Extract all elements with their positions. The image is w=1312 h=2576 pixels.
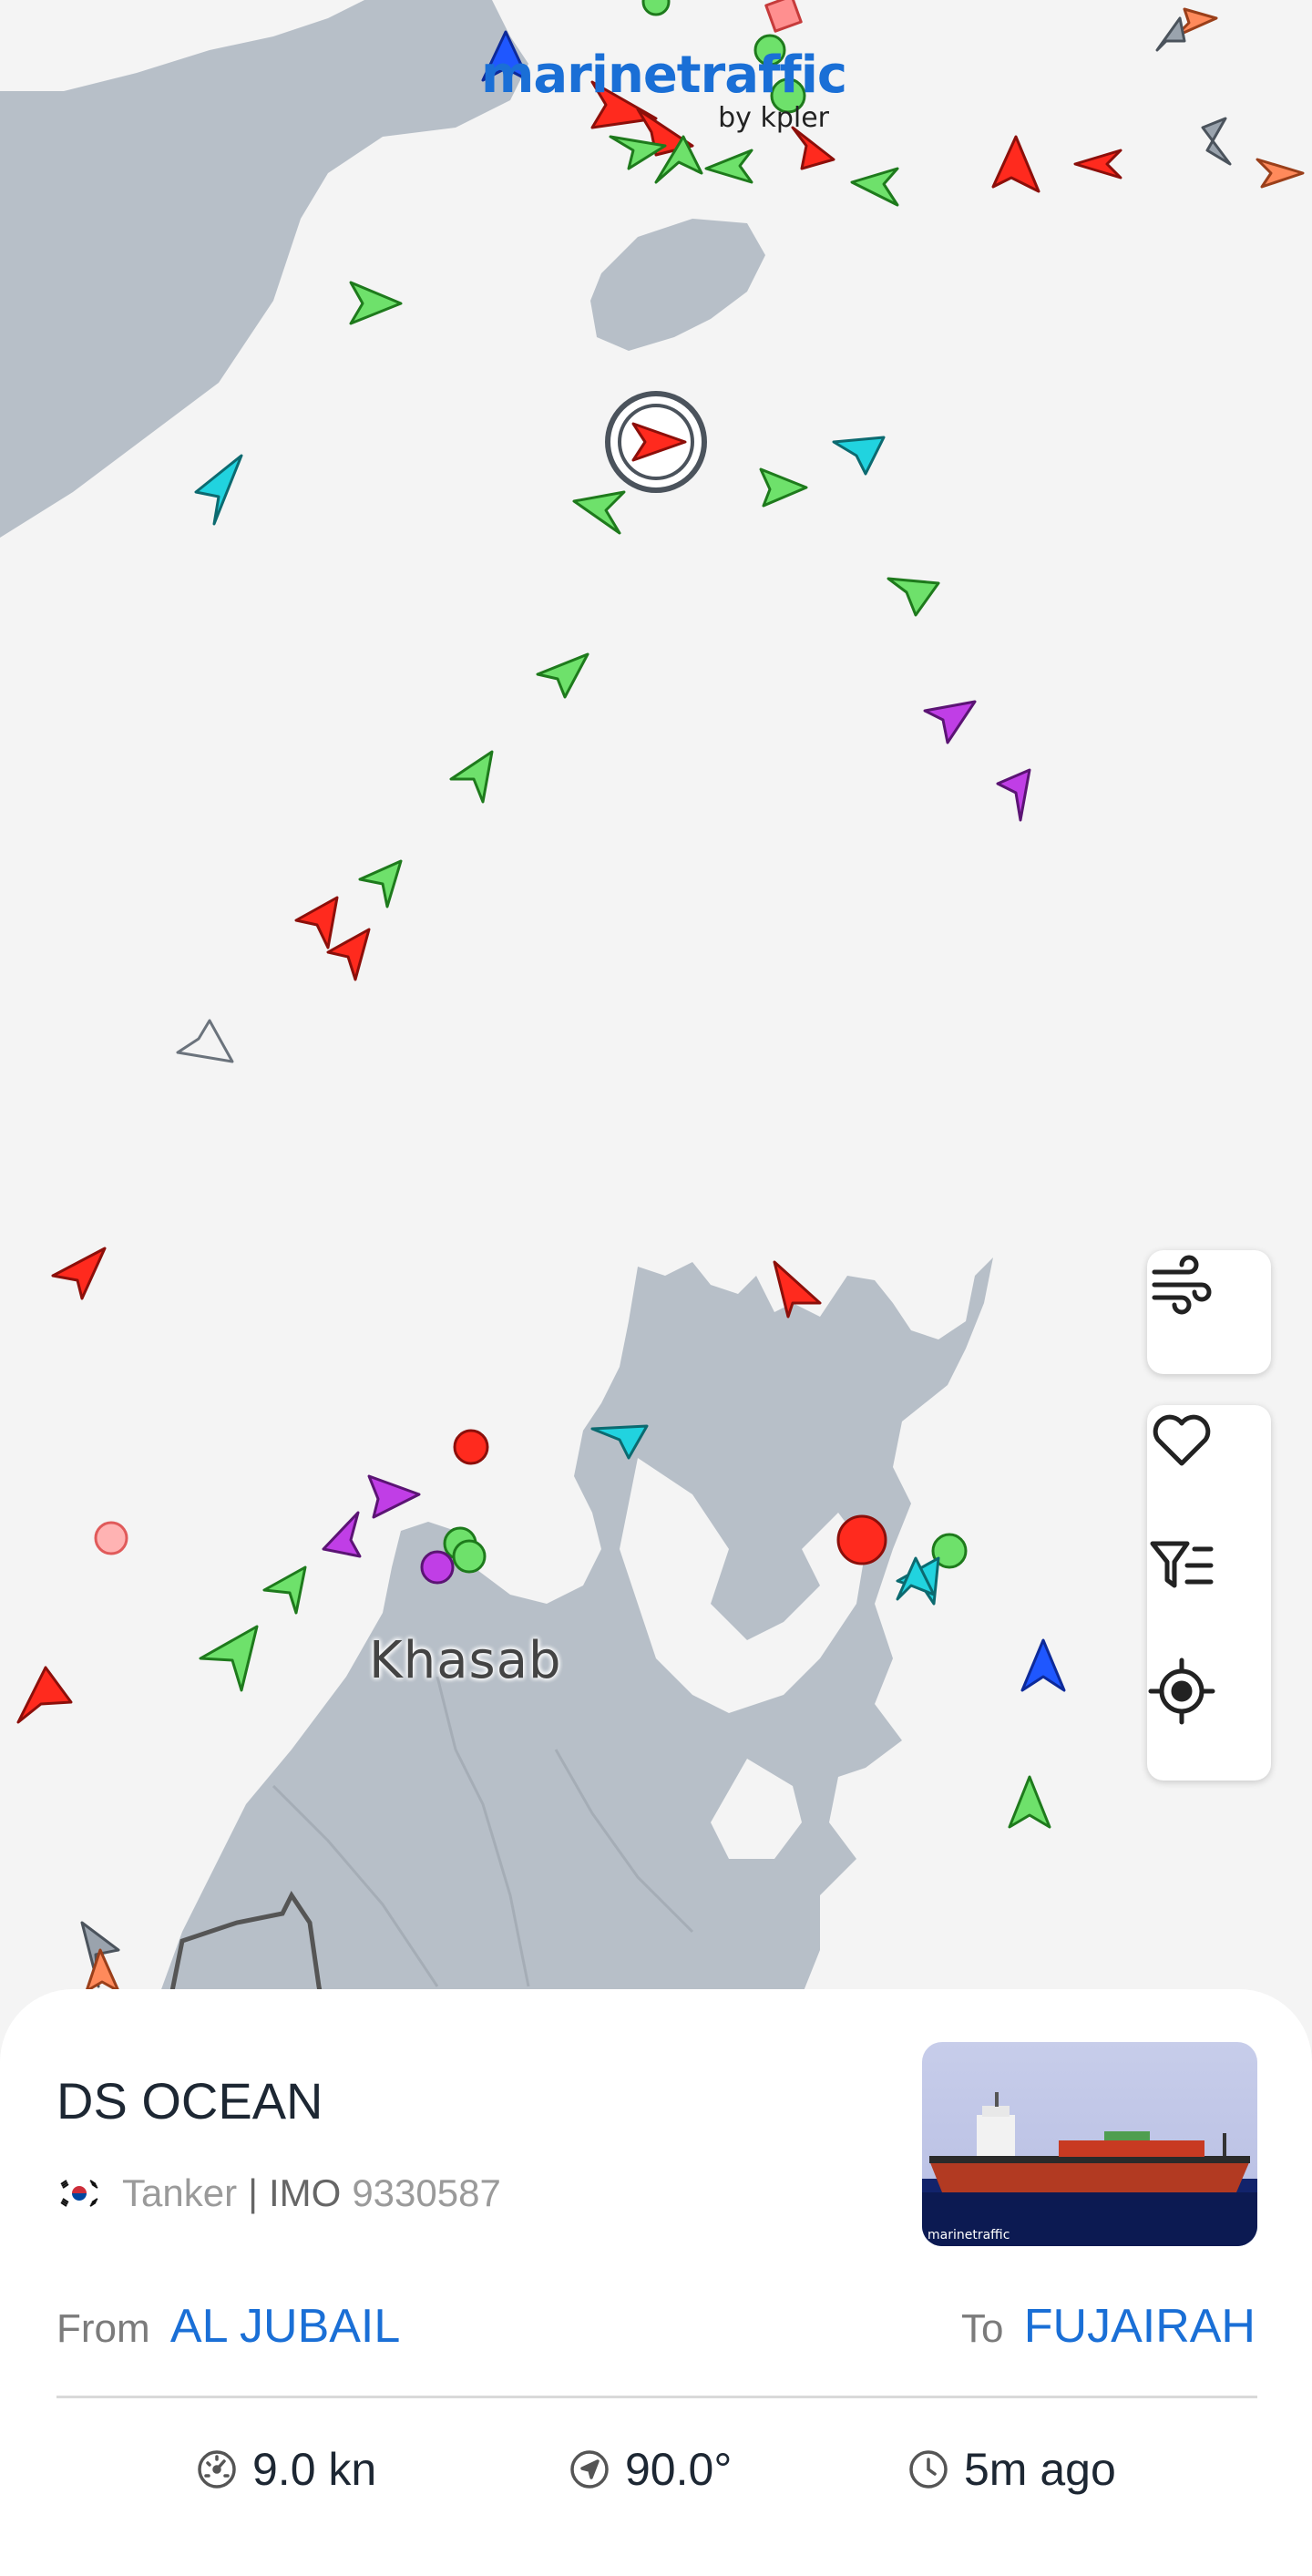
selected-vessel-marker[interactable]	[605, 391, 707, 493]
wind-icon	[1152, 1255, 1212, 1315]
vessel-marker-anchored-tanker[interactable]	[836, 1514, 887, 1565]
vessel-marker-other[interactable]	[764, 0, 803, 33]
imo-number: 9330587	[352, 2171, 501, 2214]
vessel-marker-cargo[interactable]	[1008, 1775, 1051, 1829]
vessel-marker-cargo[interactable]	[349, 281, 403, 325]
weather-control[interactable]	[1147, 1250, 1271, 1374]
speed-value: 9.0 kn	[252, 2444, 377, 2495]
vessel-photo[interactable]: marinetraffic	[922, 2042, 1257, 2246]
logo-wordmark: marinetraffic	[481, 46, 847, 105]
vessel-name[interactable]: DS OCEAN	[56, 2071, 323, 2130]
vessel-marker-fishing[interactable]	[1256, 158, 1305, 189]
vessel-marker-tanker[interactable]	[326, 928, 371, 981]
vessel-marker-cargo[interactable]	[449, 750, 494, 804]
marinetraffic-logo: marinetraffic by kpler	[481, 46, 847, 146]
meta-separator: |	[248, 2171, 258, 2214]
vessel-marker-tanker[interactable]	[51, 1247, 107, 1300]
vessel-marker-pleasure[interactable]	[367, 1474, 421, 1519]
vessel-info-sheet[interactable]: DS OCEAN Tanker | IMO 9330587 marinetraf…	[0, 1989, 1312, 2576]
vessel-marker-tanker[interactable]	[1073, 149, 1122, 180]
south-korea-flag-icon	[56, 2178, 102, 2209]
vessel-meta: Tanker | IMO 9330587	[56, 2171, 501, 2215]
route-destination: To FUJAIRAH	[961, 2299, 1256, 2354]
route-origin: From AL JUBAIL	[56, 2299, 400, 2354]
vessel-marker-cargo[interactable]	[262, 1565, 307, 1615]
last-seen-stat: 5m ago	[907, 2443, 1116, 2496]
vessel-marker-cargo[interactable]	[199, 1625, 259, 1692]
vessel-marker-tanker[interactable]	[16, 1666, 73, 1724]
land-island	[590, 219, 765, 351]
destination-port-link[interactable]: FUJAIRAH	[1024, 2300, 1256, 2353]
to-label: To	[961, 2306, 1004, 2351]
map-canvas[interactable]: marinetraffic by kpler Khasab	[0, 0, 1312, 2032]
vessel-marker-cargo[interactable]	[850, 167, 899, 207]
vessel-marker-unknown[interactable]	[1155, 16, 1186, 52]
land-north-peninsula	[0, 0, 528, 538]
vessel-marker-tanker[interactable]	[991, 135, 1040, 193]
vessel-marker-pleasure[interactable]	[923, 700, 977, 744]
wind-button[interactable]	[1147, 1250, 1271, 1374]
favorites-button[interactable]	[1147, 1405, 1271, 1529]
last-seen-value: 5m ago	[964, 2444, 1116, 2495]
course-stat: 90.0°	[569, 2443, 732, 2496]
filter-button[interactable]	[1147, 1531, 1271, 1655]
filter-list-icon	[1150, 1541, 1214, 1588]
vessel-marker-tanker[interactable]	[294, 896, 339, 949]
vessel-marker-pleasure[interactable]	[322, 1511, 362, 1558]
vessel-photo-image: marinetraffic	[922, 2042, 1257, 2246]
vessel-marker-pleasure[interactable]	[996, 768, 1031, 822]
vessel-marker-anchored[interactable]	[452, 1539, 487, 1574]
vessel-marker-cargo[interactable]	[536, 652, 589, 699]
vessel-marker-cargo[interactable]	[358, 859, 403, 908]
vessel-marker-passenger[interactable]	[194, 454, 243, 526]
clock-icon	[909, 2450, 948, 2489]
vessel-marker-cargo[interactable]	[704, 149, 753, 184]
speedometer-icon	[198, 2450, 236, 2489]
vessel-marker-anchored[interactable]	[641, 0, 671, 16]
from-label: From	[56, 2306, 150, 2351]
vessel-marker-cargo[interactable]	[887, 577, 940, 617]
navigation-icon	[570, 2450, 609, 2489]
vessel-type: Tanker	[122, 2171, 238, 2214]
photo-watermark: marinetraffic	[928, 2228, 1010, 2242]
vessel-marker-unknown[interactable]	[1201, 117, 1232, 166]
vessel-marker-passenger[interactable]	[832, 436, 886, 476]
divider	[56, 2396, 1257, 2398]
place-label: Khasab	[369, 1631, 562, 1690]
vessel-marker-tug[interactable]	[1020, 1638, 1066, 1692]
vessel-marker-other[interactable]	[94, 1521, 128, 1555]
imo-label: IMO	[268, 2171, 342, 2214]
vessel-marker-unknown[interactable]	[176, 1019, 234, 1063]
heart-icon	[1153, 1414, 1211, 1466]
vessel-marker-cargo[interactable]	[759, 467, 808, 508]
vessel-marker-anchored-tanker[interactable]	[453, 1429, 489, 1465]
map-tools-panel	[1147, 1405, 1271, 1781]
logo-byline: by kpler	[718, 102, 829, 134]
target-icon	[1148, 1657, 1215, 1725]
map-layer	[0, 0, 1305, 2032]
origin-port-link[interactable]: AL JUBAIL	[170, 2300, 400, 2353]
course-value: 90.0°	[625, 2444, 733, 2495]
vessel-marker-cargo[interactable]	[572, 490, 626, 535]
speed-stat: 9.0 kn	[196, 2443, 376, 2496]
locate-button[interactable]	[1147, 1657, 1271, 1781]
vessel-marker-pleasure[interactable]	[420, 1550, 455, 1585]
